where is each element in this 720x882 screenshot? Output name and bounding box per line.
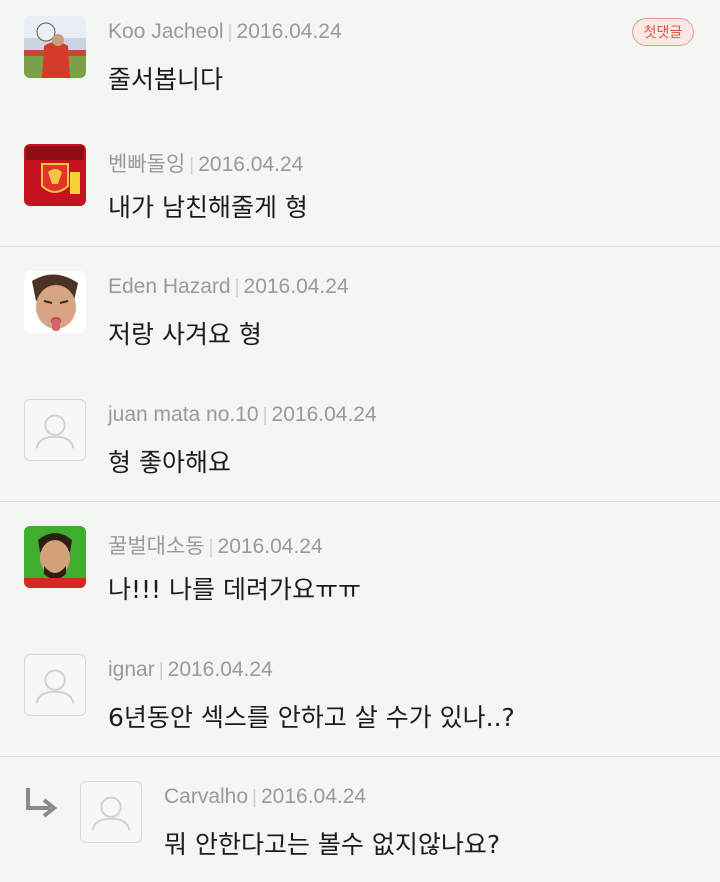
comment-meta: 벤빠돌잉 | 2016.04.24: [108, 153, 304, 176]
reply-arrow-icon: [26, 788, 58, 818]
comment-text: 저랑 사겨요 형: [108, 320, 262, 349]
comment-item: Eden Hazard | 2016.04.24 저랑 사겨요 형: [0, 247, 720, 375]
user-silhouette-icon: [91, 796, 131, 831]
comment-meta: Carvalho | 2016.04.24: [164, 785, 367, 808]
comment-meta: ignar | 2016.04.24: [108, 658, 273, 681]
comment-text: 뭐 안한다고는 볼수 없지않나요?: [164, 830, 501, 859]
comment-meta: Koo Jacheol | 2016.04.24: [108, 20, 342, 43]
avatar[interactable]: [24, 16, 86, 78]
comment-item: 벤빠돌잉 | 2016.04.24 내가 남친해줄게 형: [0, 118, 720, 246]
comment-date: 2016.04.24: [198, 153, 304, 176]
comment-text: 나!!! 나를 데려가요ㅠㅠ: [108, 575, 361, 604]
comment-item: Koo Jacheol | 2016.04.24 첫댓글 줄서봅니다: [0, 0, 720, 118]
comment-date: 2016.04.24: [271, 403, 377, 426]
user-silhouette-icon: [35, 669, 75, 704]
avatar[interactable]: [24, 399, 86, 461]
avatar[interactable]: [80, 781, 142, 843]
comment-date: 2016.04.24: [236, 20, 342, 43]
author-name[interactable]: juan mata no.10: [108, 403, 259, 426]
comment-item: 꿀벌대소동 | 2016.04.24 나!!! 나를 데려가요ㅠㅠ: [0, 502, 720, 630]
comment-text: 줄서봅니다: [108, 65, 224, 94]
first-comment-badge: 첫댓글: [632, 18, 694, 46]
comment-date: 2016.04.24: [243, 275, 349, 298]
user-silhouette-icon: [35, 414, 75, 449]
comment-date: 2016.04.24: [217, 535, 323, 558]
author-name[interactable]: Carvalho: [164, 785, 248, 808]
comment-meta: juan mata no.10 | 2016.04.24: [108, 403, 377, 426]
comment-item: ignar | 2016.04.24 6년동안 섹스를 안하고 살 수가 있나..?: [0, 630, 720, 756]
author-name[interactable]: ignar: [108, 658, 155, 681]
comment-text: 내가 남친해줄게 형: [108, 193, 308, 222]
author-name[interactable]: 벤빠돌잉: [108, 153, 185, 176]
avatar[interactable]: [24, 271, 86, 333]
comment-text: 6년동안 섹스를 안하고 살 수가 있나..?: [108, 703, 515, 732]
author-name[interactable]: Eden Hazard: [108, 275, 231, 298]
comment-date: 2016.04.24: [260, 785, 367, 808]
avatar[interactable]: [24, 654, 86, 716]
avatar[interactable]: [24, 144, 86, 206]
avatar[interactable]: [24, 526, 86, 588]
comment-date: 2016.04.24: [167, 658, 273, 681]
comment-item: juan mata no.10 | 2016.04.24 형 좋아해요: [0, 375, 720, 501]
author-name[interactable]: Koo Jacheol: [108, 20, 224, 43]
comment-meta: 꿀벌대소동 | 2016.04.24: [108, 535, 323, 558]
comment-meta: Eden Hazard | 2016.04.24: [108, 275, 349, 298]
author-name[interactable]: 꿀벌대소동: [108, 535, 205, 558]
comment-text: 형 좋아해요: [108, 448, 231, 477]
